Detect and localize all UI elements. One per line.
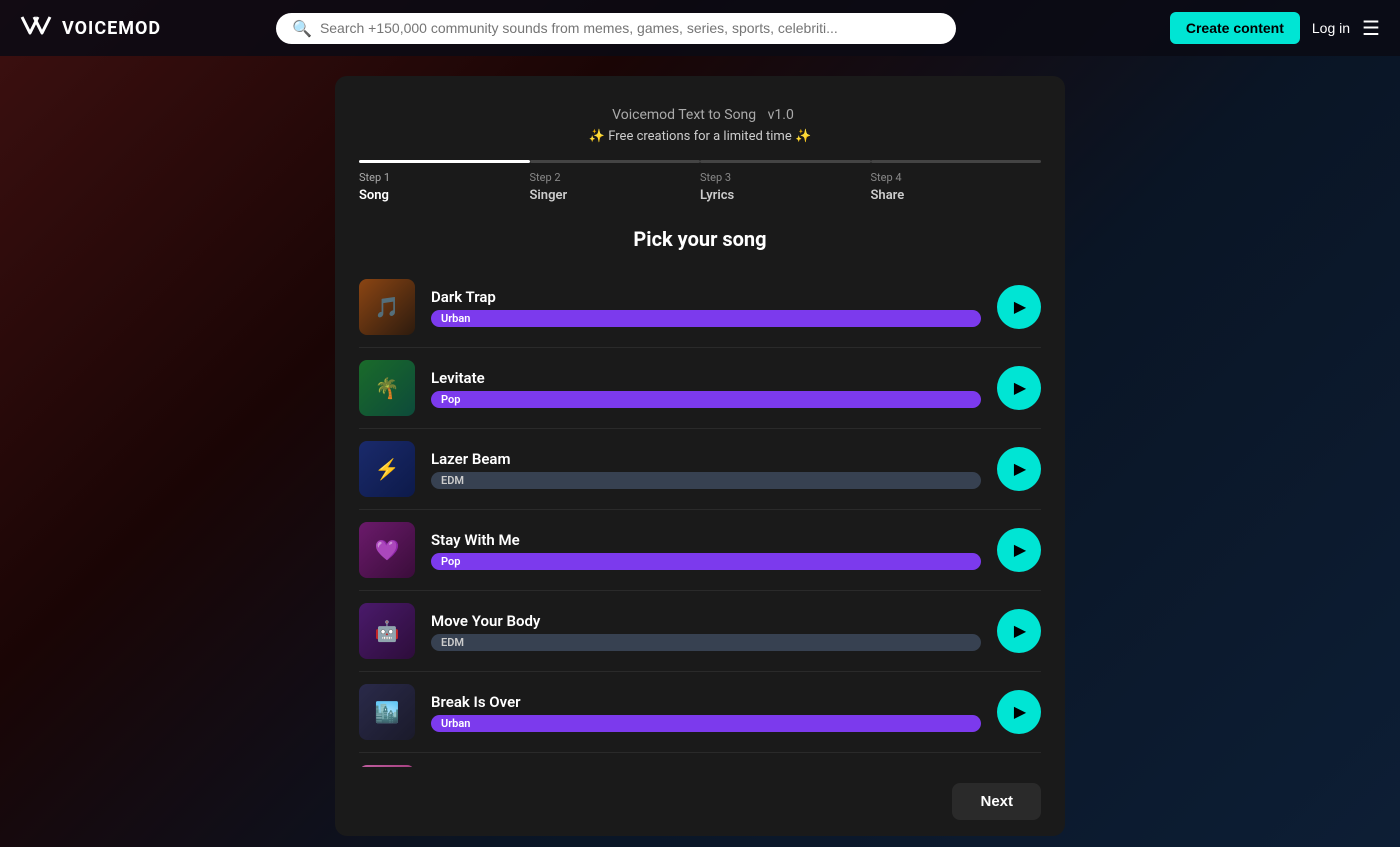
step-number-share: Step 4: [871, 171, 1042, 184]
modal-title: Voicemod Text to Song v1.0: [359, 100, 1041, 125]
song-info-move-your-body: Move Your Body EDM: [431, 612, 981, 651]
step-line-lyrics: [700, 160, 871, 163]
play-icon-levitate: ▶: [1014, 378, 1026, 398]
song-item-dark-trap[interactable]: 🎵 Dark Trap Urban ▶: [359, 267, 1041, 348]
header: VOICEMOD 🔍 Create content Log in ☰: [0, 0, 1400, 56]
song-item-lazer-beam[interactable]: ⚡ Lazer Beam EDM ▶: [359, 429, 1041, 510]
song-info-dark-trap: Dark Trap Urban: [431, 288, 981, 327]
song-name-move-your-body: Move Your Body: [431, 612, 981, 630]
song-genre-dark-trap: Urban: [431, 310, 981, 327]
modal-header: Voicemod Text to Song v1.0 ✨ Free creati…: [335, 76, 1065, 160]
step-song: Step 1 Song: [359, 160, 530, 203]
play-icon-break-is-over: ▶: [1014, 702, 1026, 722]
menu-icon[interactable]: ☰: [1362, 16, 1380, 40]
song-genre-move-your-body: EDM: [431, 634, 981, 651]
modal-subtitle: ✨ Free creations for a limited time ✨: [359, 129, 1041, 144]
song-genre-levitate: Pop: [431, 391, 981, 408]
song-genre-lazer-beam: EDM: [431, 472, 981, 489]
song-list[interactable]: 🎵 Dark Trap Urban ▶ 🌴 Levitate Pop ▶ ⚡: [335, 267, 1065, 767]
step-number-lyrics: Step 3: [700, 171, 871, 184]
search-bar[interactable]: 🔍: [276, 13, 956, 44]
step-number-singer: Step 2: [530, 171, 701, 184]
steps-bar: Step 1 Song Step 2 Singer Step 3 Lyrics …: [335, 160, 1065, 219]
song-thumb-levitate: 🌴: [359, 360, 415, 416]
step-line-share: [871, 160, 1042, 163]
song-name-stay-with-me: Stay With Me: [431, 531, 981, 549]
modal-footer: Next: [335, 767, 1065, 836]
play-button-lazer-beam[interactable]: ▶: [997, 447, 1041, 491]
play-icon-lazer-beam: ▶: [1014, 459, 1026, 479]
header-actions: Create content Log in ☰: [1170, 12, 1380, 44]
step-label-singer: Singer: [530, 188, 701, 203]
step-label-song: Song: [359, 188, 530, 203]
play-button-break-is-over[interactable]: ▶: [997, 690, 1041, 734]
logo-vm: [20, 13, 56, 43]
step-label-share: Share: [871, 188, 1042, 203]
song-thumb-break-is-over: 🏙️: [359, 684, 415, 740]
song-item-happy-birthday[interactable]: 🎂 Happy Birthday Meme ▶: [359, 753, 1041, 767]
play-button-dark-trap[interactable]: ▶: [997, 285, 1041, 329]
play-button-stay-with-me[interactable]: ▶: [997, 528, 1041, 572]
song-item-break-is-over[interactable]: 🏙️ Break Is Over Urban ▶: [359, 672, 1041, 753]
song-info-lazer-beam: Lazer Beam EDM: [431, 450, 981, 489]
modal-title-text: Voicemod Text to Song: [612, 107, 756, 123]
song-name-lazer-beam: Lazer Beam: [431, 450, 981, 468]
song-genre-stay-with-me: Pop: [431, 553, 981, 570]
song-info-levitate: Levitate Pop: [431, 369, 981, 408]
song-picker-modal: Voicemod Text to Song v1.0 ✨ Free creati…: [335, 76, 1065, 836]
song-thumb-dark-trap: 🎵: [359, 279, 415, 335]
section-title: Pick your song: [335, 219, 1065, 267]
modal-overlay: Voicemod Text to Song v1.0 ✨ Free creati…: [0, 56, 1400, 847]
song-thumb-lazer-beam: ⚡: [359, 441, 415, 497]
song-genre-break-is-over: Urban: [431, 715, 981, 732]
logo-text: VOICEMOD: [62, 18, 161, 39]
play-icon-move-your-body: ▶: [1014, 621, 1026, 641]
search-icon: 🔍: [292, 19, 312, 38]
song-info-stay-with-me: Stay With Me Pop: [431, 531, 981, 570]
song-item-stay-with-me[interactable]: 💜 Stay With Me Pop ▶: [359, 510, 1041, 591]
song-name-levitate: Levitate: [431, 369, 981, 387]
song-thumb-stay-with-me: 💜: [359, 522, 415, 578]
play-icon-stay-with-me: ▶: [1014, 540, 1026, 560]
step-number-song: Step 1: [359, 171, 530, 184]
song-thumb-move-your-body: 🤖: [359, 603, 415, 659]
song-item-move-your-body[interactable]: 🤖 Move Your Body EDM ▶: [359, 591, 1041, 672]
step-share: Step 4 Share: [871, 160, 1042, 203]
play-button-move-your-body[interactable]: ▶: [997, 609, 1041, 653]
login-button[interactable]: Log in: [1312, 20, 1350, 36]
step-singer: Step 2 Singer: [530, 160, 701, 203]
song-name-break-is-over: Break Is Over: [431, 693, 981, 711]
modal-version: v1.0: [768, 107, 794, 123]
song-info-break-is-over: Break Is Over Urban: [431, 693, 981, 732]
next-button[interactable]: Next: [952, 783, 1041, 820]
song-item-levitate[interactable]: 🌴 Levitate Pop ▶: [359, 348, 1041, 429]
play-button-levitate[interactable]: ▶: [997, 366, 1041, 410]
search-input[interactable]: [320, 20, 940, 36]
step-line-song: [359, 160, 530, 163]
create-content-button[interactable]: Create content: [1170, 12, 1300, 44]
song-name-dark-trap: Dark Trap: [431, 288, 981, 306]
play-icon-dark-trap: ▶: [1014, 297, 1026, 317]
step-lyrics: Step 3 Lyrics: [700, 160, 871, 203]
logo: VOICEMOD: [20, 13, 161, 43]
step-label-lyrics: Lyrics: [700, 188, 871, 203]
step-line-singer: [530, 160, 701, 163]
